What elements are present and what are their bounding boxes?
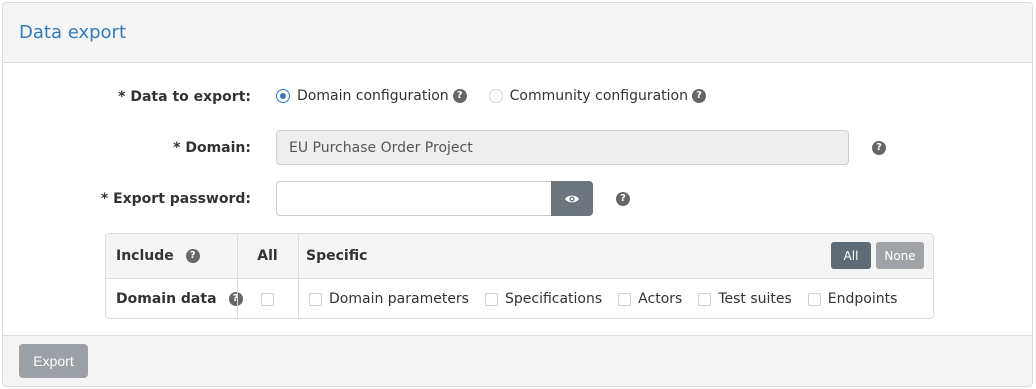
endpoints-label[interactable]: Endpoints: [828, 291, 898, 307]
panel-body: * Data to export: Domain configuration ?…: [3, 63, 1032, 336]
endpoints-checkbox[interactable]: [807, 292, 821, 306]
column-divider: [298, 234, 299, 278]
domain-parameters-label[interactable]: Domain parameters: [329, 291, 469, 307]
panel-footer: Export: [3, 335, 1032, 386]
test-suites-checkbox[interactable]: [698, 292, 712, 306]
all-header-label: All: [257, 248, 278, 264]
actors-option[interactable]: Actors: [618, 291, 682, 307]
community-configuration-help-icon[interactable]: ?: [692, 89, 706, 103]
select-none-button[interactable]: None: [876, 242, 924, 269]
table-row: Domain data ? Domain parameters Specific…: [106, 279, 933, 318]
community-configuration-label[interactable]: Community configuration: [510, 88, 688, 104]
include-header: Include ?: [116, 234, 200, 278]
eye-icon: [565, 195, 579, 202]
domain-parameters-option[interactable]: Domain parameters: [309, 291, 469, 307]
data-export-panel: Data export * Data to export: Domain con…: [2, 2, 1033, 387]
data-to-export-label: * Data to export:: [118, 89, 251, 105]
panel-header: Data export: [3, 3, 1032, 63]
test-suites-label[interactable]: Test suites: [718, 291, 791, 307]
domain-data-specific-cell: Domain parameters Specifications Actors …: [309, 279, 913, 318]
all-header: All: [237, 234, 298, 278]
table-header-row: Include ? All Specific All None: [106, 234, 933, 279]
domain-help-icon[interactable]: ?: [872, 141, 886, 155]
actors-checkbox[interactable]: [618, 292, 632, 306]
actors-label[interactable]: Actors: [638, 291, 682, 307]
include-help-icon[interactable]: ?: [185, 249, 200, 263]
specifications-checkbox[interactable]: [484, 292, 498, 306]
select-all-button[interactable]: All: [831, 242, 871, 269]
specifications-option[interactable]: Specifications: [484, 291, 602, 307]
specific-header: Specific: [306, 234, 367, 278]
include-header-label: Include: [116, 248, 174, 264]
domain-data-label: Domain data: [116, 291, 217, 307]
panel-title: Data export: [19, 22, 127, 43]
export-password-label: * Export password:: [100, 191, 251, 207]
domain-field: EU Purchase Order Project: [276, 130, 849, 165]
domain-label: * Domain:: [173, 140, 251, 156]
domain-data-all-cell: [237, 279, 298, 318]
test-suites-option[interactable]: Test suites: [698, 291, 792, 307]
endpoints-option[interactable]: Endpoints: [807, 291, 898, 307]
export-button[interactable]: Export: [19, 344, 88, 378]
domain-configuration-radio[interactable]: [276, 89, 290, 103]
domain-data-all-checkbox[interactable]: [261, 292, 274, 306]
domain-parameters-checkbox[interactable]: [309, 292, 322, 306]
specifications-label[interactable]: Specifications: [505, 291, 602, 307]
export-selection-table: Include ? All Specific All None Domain d…: [105, 233, 934, 319]
export-password-help-icon[interactable]: ?: [616, 192, 630, 206]
export-password-input[interactable]: [276, 181, 552, 216]
data-to-export-radio-group: Domain configuration ? Community configu…: [276, 88, 706, 104]
domain-value: EU Purchase Order Project: [289, 139, 473, 156]
toggle-password-visibility-button[interactable]: [551, 181, 593, 216]
domain-data-row-header: Domain data ?: [116, 279, 243, 318]
community-configuration-radio[interactable]: [488, 89, 503, 103]
domain-configuration-label[interactable]: Domain configuration: [297, 88, 449, 104]
specific-header-label: Specific: [306, 248, 368, 264]
column-divider: [298, 279, 299, 318]
domain-configuration-help-icon[interactable]: ?: [452, 89, 467, 103]
